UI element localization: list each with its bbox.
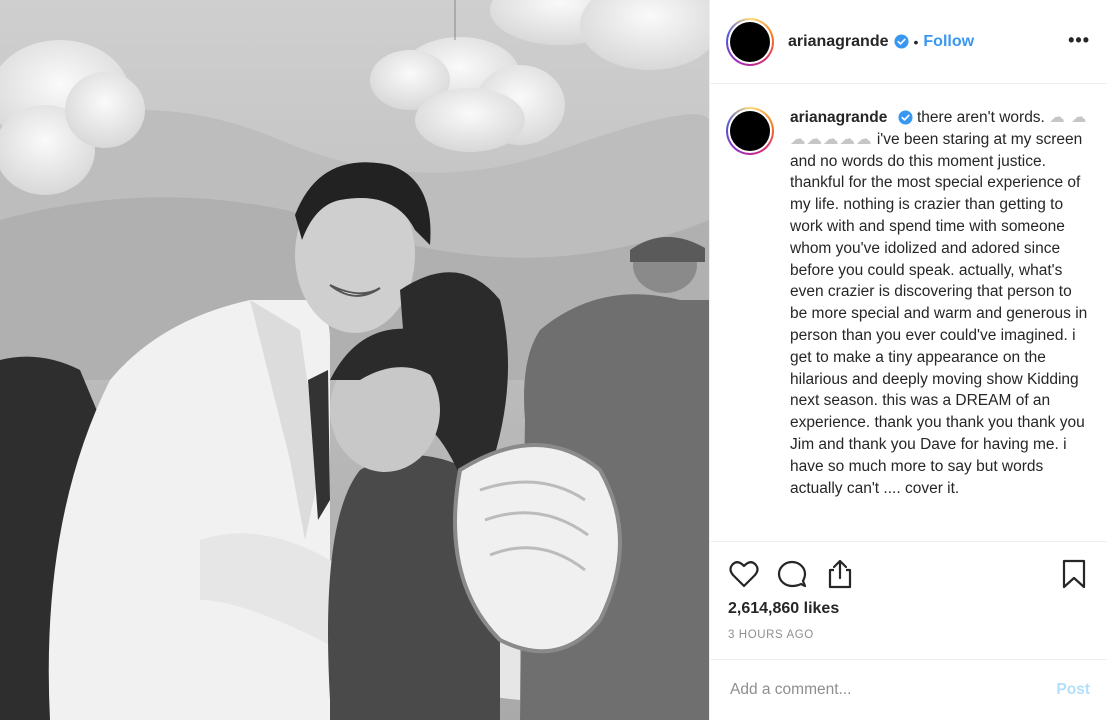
comment-input[interactable] (730, 681, 1057, 699)
follow-button[interactable]: Follow (923, 33, 974, 51)
avatar[interactable] (726, 17, 774, 66)
share-icon-graphic (828, 559, 852, 589)
post-timestamp[interactable]: 3 HOURS AGO (728, 629, 1090, 641)
heart-icon-graphic (729, 561, 759, 588)
caption-username-link[interactable]: arianagrande (790, 109, 887, 126)
caption-text-start: there aren't words. (916, 109, 1045, 126)
avatar-frame (728, 19, 772, 64)
comment-icon[interactable] (776, 558, 808, 590)
post-photo[interactable] (0, 0, 709, 720)
separator-dot: • (913, 33, 919, 50)
heart-icon[interactable] (728, 558, 760, 590)
comment-bar: Post (710, 659, 1107, 720)
comment-icon-graphic (777, 560, 807, 588)
post-comment-button[interactable]: Post (1056, 681, 1090, 699)
post-header: arianagrande • Follow ••• (710, 0, 1107, 84)
verified-badge-icon (898, 110, 913, 125)
bookmark-icon-graphic (1062, 559, 1086, 589)
avatar-frame (728, 109, 772, 153)
avatar-image (730, 21, 770, 62)
post-details-panel: arianagrande • Follow ••• arianagrande t… (709, 0, 1107, 720)
like-count[interactable]: 2,614,860 likes (728, 600, 1090, 618)
post-photo-illustration (0, 0, 709, 720)
avatar-image (730, 111, 770, 151)
more-icon[interactable]: ••• (1068, 30, 1090, 51)
caption-avatar[interactable] (726, 107, 774, 155)
verified-badge-icon (894, 34, 910, 49)
share-icon[interactable] (824, 558, 856, 590)
username-link[interactable]: arianagrande (788, 33, 888, 51)
action-icons (728, 556, 1090, 592)
caption-text-rest: i've been staring at my screen and no wo… (790, 130, 1088, 497)
bookmark-icon[interactable] (1058, 558, 1090, 590)
post-actions: 2,614,860 likes 3 HOURS AGO (710, 541, 1107, 659)
caption-text: arianagrande there aren't words. ☁ ☁☁☁☁☁… (790, 107, 1092, 540)
caption-section: arianagrande there aren't words. ☁ ☁☁☁☁☁… (710, 85, 1107, 540)
